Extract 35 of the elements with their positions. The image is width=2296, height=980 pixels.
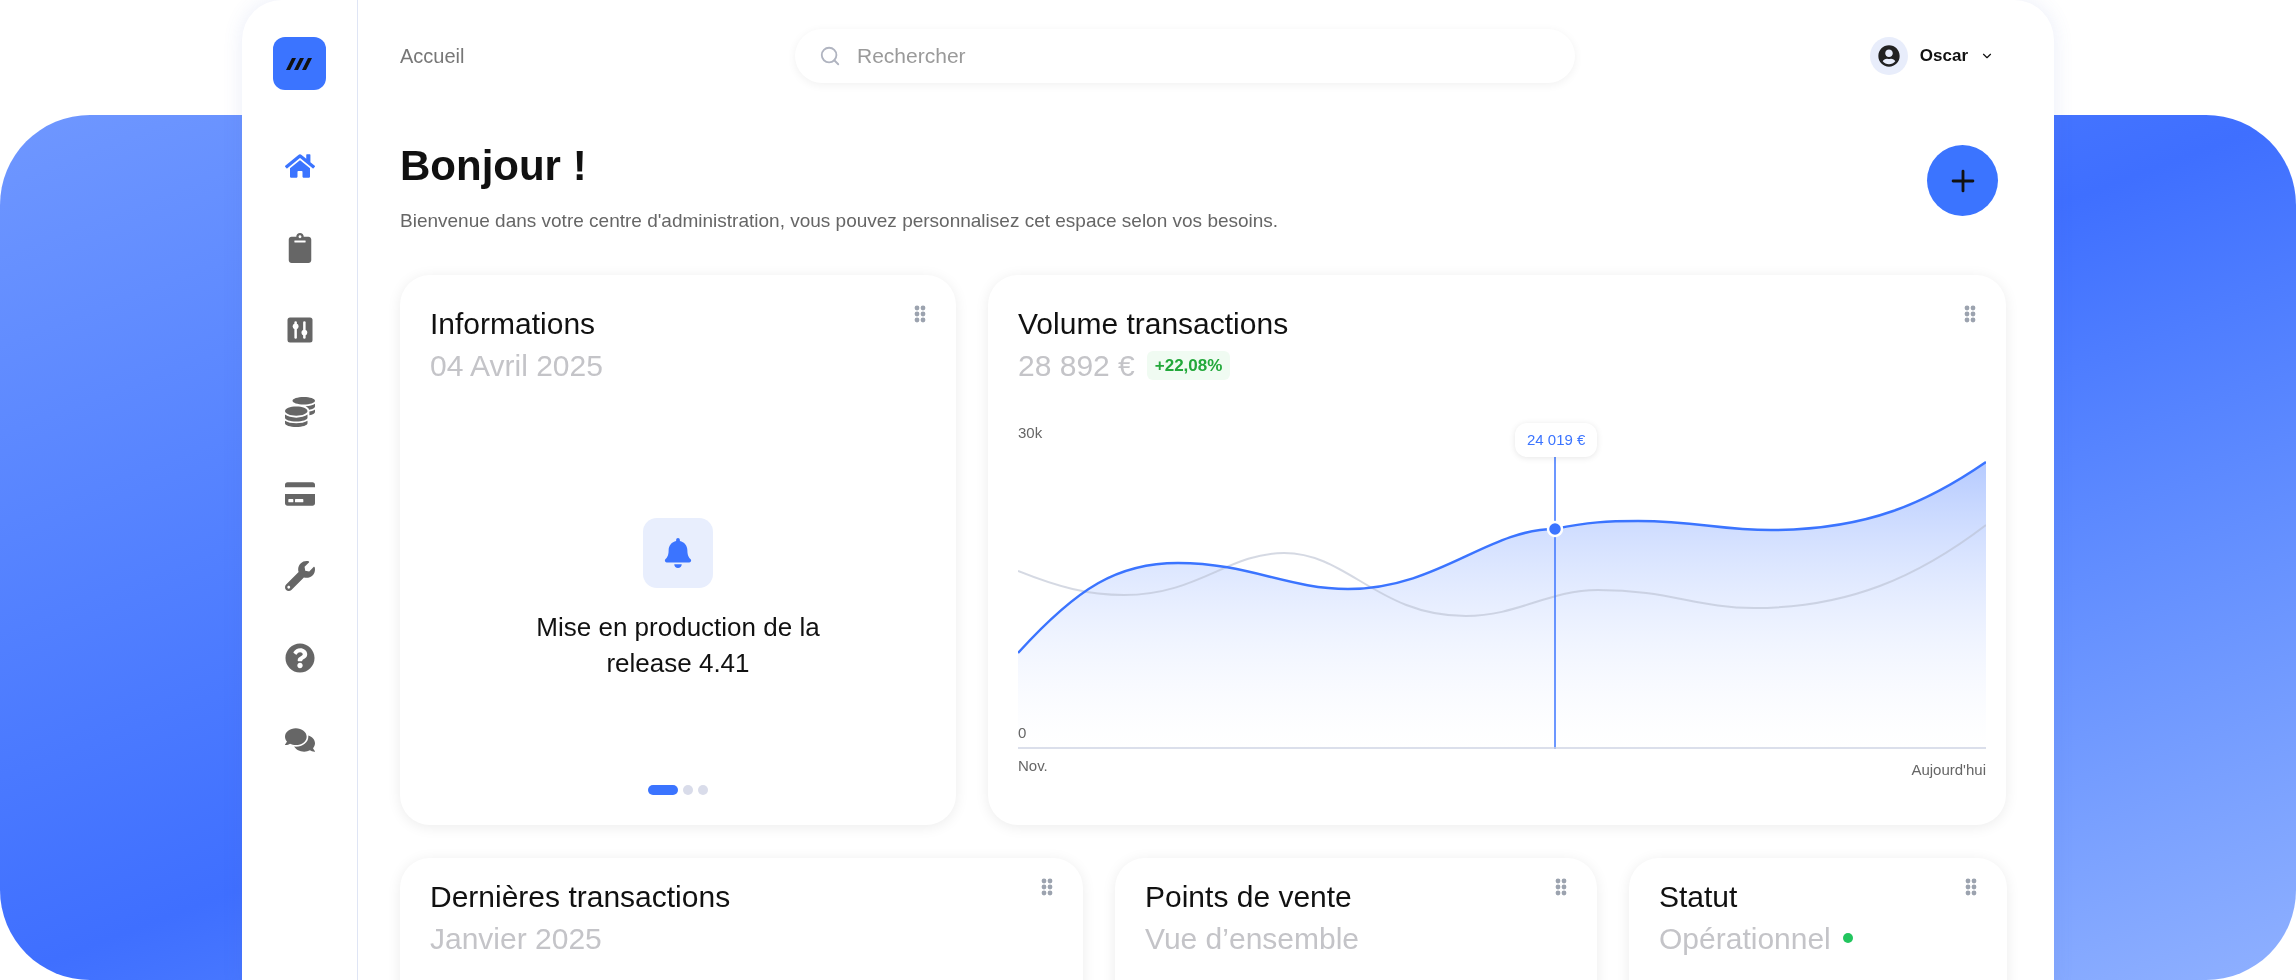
drag-handle-icon[interactable] [1965, 878, 1977, 896]
greeting-title: Bonjour ! [400, 141, 588, 191]
card-title: Informations [430, 306, 597, 342]
drag-handle-icon[interactable] [1964, 305, 1976, 323]
card-subtitle: 04 Avril 2025 [430, 347, 603, 384]
bell-icon [643, 517, 713, 588]
card-subtitle: Opérationnel [1659, 920, 1831, 957]
axis-label: 30k [1018, 423, 1043, 443]
search-field[interactable]: Rechercher [795, 29, 1575, 83]
axis-label: Nov. [1018, 755, 1048, 776]
card-title: Volume transactions [1018, 306, 1289, 342]
card-title: Points de vente [1145, 879, 1353, 915]
data-point[interactable] [1546, 520, 1564, 537]
drag-handle-icon[interactable] [1555, 878, 1567, 896]
axis-label: 0 [1018, 723, 1027, 743]
coins-icon[interactable] [283, 396, 316, 428]
avatar [1869, 37, 1908, 75]
breadcrumb[interactable]: Accueil [400, 41, 795, 71]
search-icon [819, 45, 841, 67]
card-title: Dernières transactions [430, 879, 731, 915]
greeting-subtitle: Bienvenue dans votre centre d'administration, vous pouvez personnalisez cet espace selon vos besoins. [400, 208, 1279, 233]
info-message: Mise en production de la release 4.41 [535, 610, 821, 680]
user-menu[interactable]: Oscar [1869, 37, 1994, 75]
wrench-icon[interactable] [283, 560, 316, 592]
drag-handle-icon[interactable] [914, 305, 926, 323]
card-subtitle: 28 892 € [1018, 347, 1135, 384]
drag-handle-icon[interactable] [1041, 878, 1053, 896]
axis-label: Aujourd'hui [1911, 759, 1986, 780]
card-title: Statut [1659, 879, 1739, 915]
help-icon[interactable] [283, 642, 316, 674]
card-subtitle: Janvier 2025 [430, 920, 602, 957]
chart-tooltip: 24 019 € [1515, 422, 1598, 457]
change-badge: +22,08% [1146, 350, 1231, 380]
card-subtitle: Vue d’ensemble [1145, 920, 1360, 957]
logo[interactable] [273, 37, 326, 90]
